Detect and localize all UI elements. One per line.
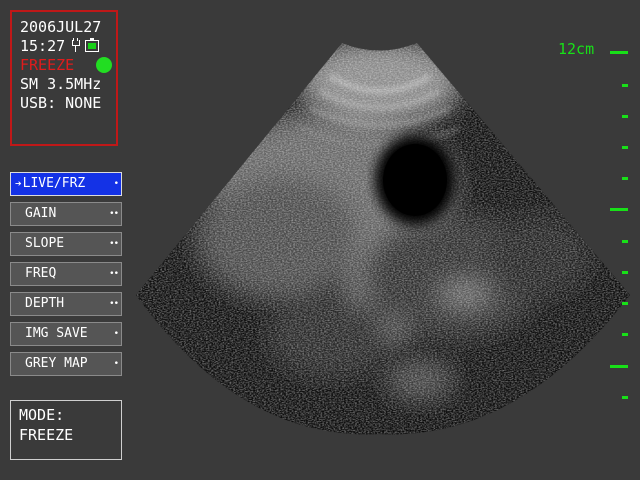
slope-button[interactable]: SLOPE •• [10,232,122,256]
menu-label: GAIN [25,206,57,221]
depth-tick-minor [622,333,628,336]
control-menu: ➔LIVE/FRZ • GAIN •• SLOPE •• FREQ •• DEP… [10,172,122,382]
status-probe: SM 3.5MHz [20,75,102,93]
depth-tick-minor [622,115,628,118]
depth-scale-label: 12cm [558,40,595,58]
live-freeze-button[interactable]: ➔LIVE/FRZ • [10,172,122,196]
option-dots-icon: • [113,359,120,369]
depth-tick-minor [622,302,628,305]
status-state: FREEZE [20,56,75,74]
scan-sector [136,43,630,435]
menu-label: SLOPE [25,236,65,251]
freq-button[interactable]: FREQ •• [10,262,122,286]
depth-button[interactable]: DEPTH •• [10,292,122,316]
grey-map-button[interactable]: GREY MAP • [10,352,122,376]
depth-tick-major [610,365,628,368]
option-dots-icon: •• [109,239,119,249]
gain-button[interactable]: GAIN •• [10,202,122,226]
menu-label: GREY MAP [25,356,88,371]
option-dots-icon: •• [109,299,119,309]
menu-label: IMG SAVE [25,326,88,341]
menu-label: FREQ [25,266,57,281]
depth-tick-major [610,51,628,54]
menu-label: DEPTH [25,296,65,311]
status-time-row: 15:27 [20,37,116,56]
depth-tick-minor [622,146,628,149]
status-state-row: FREEZE [20,56,116,75]
status-panel: 2006JUL27 15:27 FREEZE SM 3.5MHz USB: NO… [10,10,118,146]
freeze-indicator-icon [96,57,112,73]
plug-icon [71,38,81,52]
depth-tick-minor [622,271,628,274]
battery-icon [85,38,100,52]
depth-tick-minor [622,240,628,243]
depth-tick-major [610,208,628,211]
option-dots-icon: •• [109,269,119,279]
option-dots-icon: • [113,179,120,189]
depth-tick-minor [622,396,628,399]
option-dots-icon: •• [109,209,119,219]
mode-label: MODE: [19,406,65,424]
status-date: 2006JUL27 [20,18,102,36]
ultrasound-screen: 2006JUL27 15:27 FREEZE SM 3.5MHz USB: NO… [0,0,640,480]
status-time: 15:27 [20,37,66,55]
ultrasound-image[interactable] [130,36,630,436]
img-save-button[interactable]: IMG SAVE • [10,322,122,346]
status-usb: USB: NONE [20,94,102,112]
mode-panel: MODE: FREEZE [10,400,122,460]
mode-value: FREEZE [19,426,74,444]
menu-label: LIVE/FRZ [22,176,86,191]
option-dots-icon: • [113,329,120,339]
depth-tick-minor [622,177,628,180]
arrow-right-icon: ➔ [15,177,22,190]
depth-tick-minor [622,84,628,87]
